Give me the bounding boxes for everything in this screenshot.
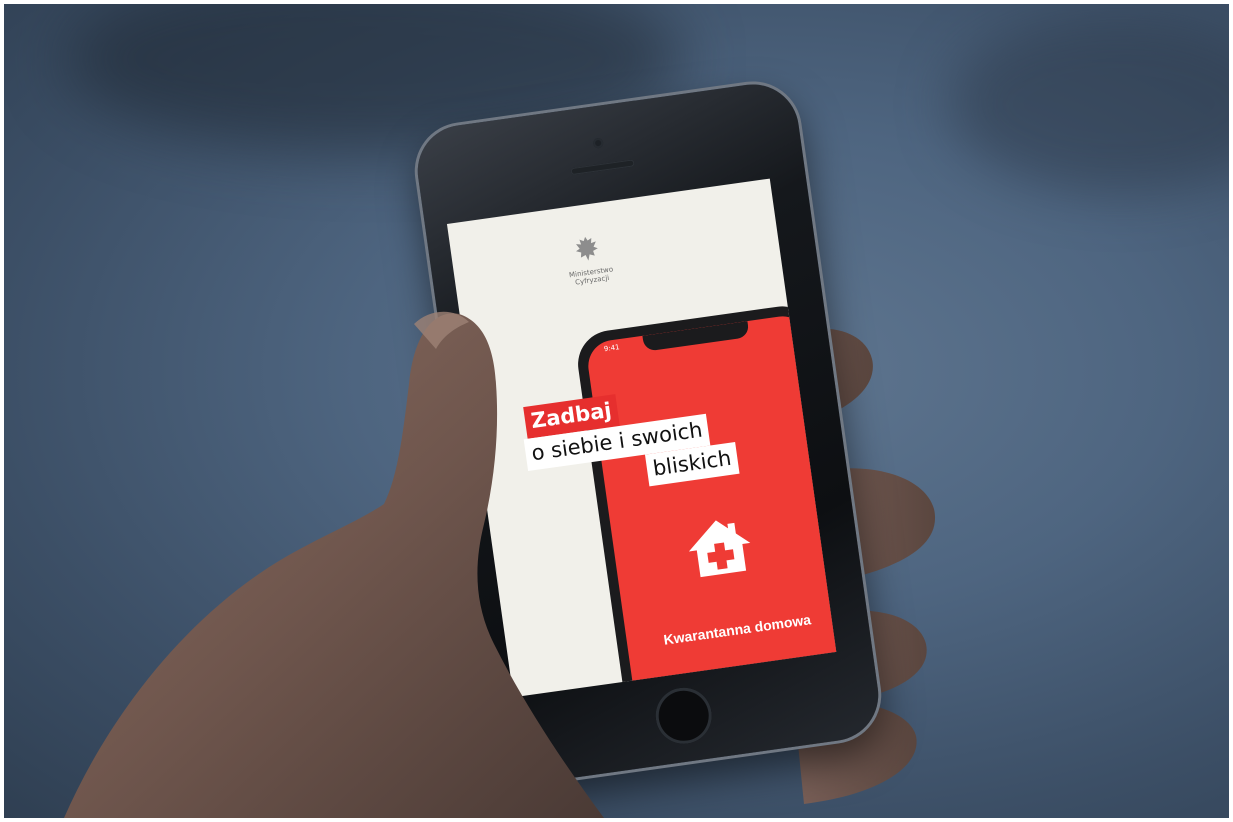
hand-front <box>64 311 604 818</box>
photo-scene: Ministerstwo Cyfryzacji 9:41 Kwarantanna… <box>4 4 1229 818</box>
